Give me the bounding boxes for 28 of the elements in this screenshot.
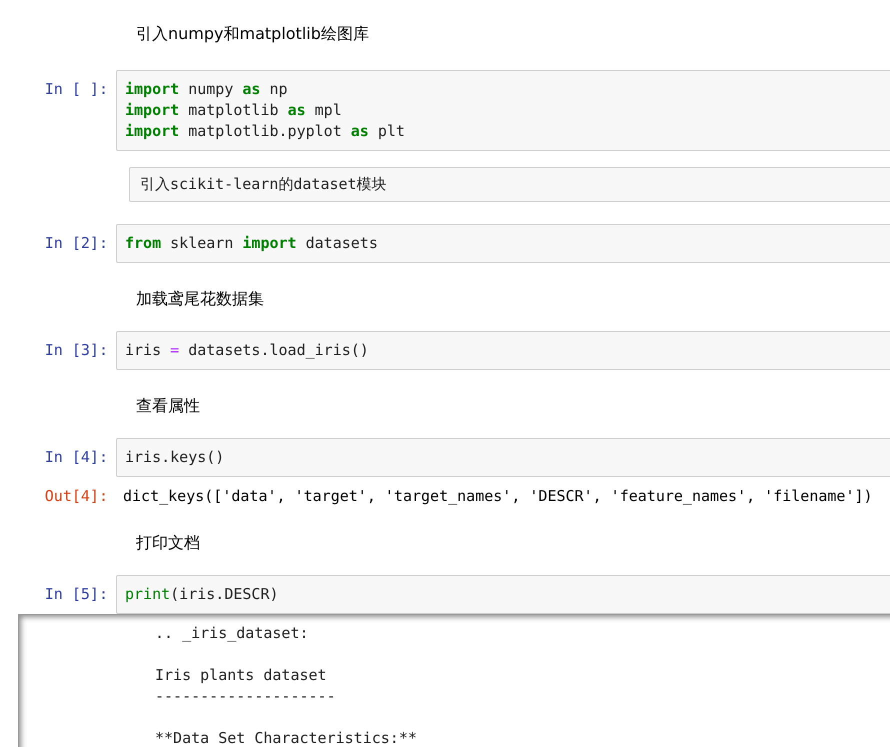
code-line: import numpy as np	[125, 79, 288, 100]
output-line: --------------------	[155, 686, 336, 707]
code-cell[interactable]: import numpy as np import matplotlib as mpl import matplotlib.pyplot as plt	[116, 70, 890, 151]
markdown-heading: 引入numpy和matplotlib绘图库	[136, 23, 369, 45]
output-text: dict_keys(['data', 'target', 'target_names', 'DESCR', 'feature_names', 'filename'])	[122, 486, 873, 507]
code-cell[interactable]: from sklearn import datasets	[116, 224, 890, 263]
markdown-heading: 查看属性	[136, 395, 200, 417]
code-line: import matplotlib.pyplot as plt	[125, 121, 405, 142]
output-line: .. _iris_dataset:	[155, 623, 309, 644]
code-cell[interactable]: iris = datasets.load_iris()	[116, 331, 890, 370]
output-line: **Data Set Characteristics:**	[155, 728, 417, 747]
code-line: from sklearn import datasets	[125, 233, 378, 254]
code-line: import matplotlib as mpl	[125, 100, 342, 121]
code-cell[interactable]: print(iris.DESCR)	[116, 575, 890, 614]
code-line: iris.keys()	[125, 447, 224, 468]
input-prompt: In [5]:	[44, 584, 109, 605]
code-line: iris = datasets.load_iris()	[125, 340, 369, 361]
input-prompt: In [3]:	[44, 340, 109, 361]
markdown-heading: 加载鸢尾花数据集	[136, 288, 264, 310]
output-prompt: Out[4]:	[44, 486, 109, 507]
input-prompt: In [4]:	[44, 447, 109, 468]
markdown-source-cell[interactable]: 引入scikit-learn的dataset模块	[129, 167, 890, 202]
input-prompt: In [2]:	[44, 233, 109, 254]
input-prompt: In [ ]:	[44, 79, 109, 100]
output-line: Iris plants dataset	[155, 665, 327, 686]
code-cell[interactable]: iris.keys()	[116, 438, 890, 477]
markdown-heading: 打印文档	[136, 532, 200, 554]
code-line: print(iris.DESCR)	[125, 584, 279, 605]
